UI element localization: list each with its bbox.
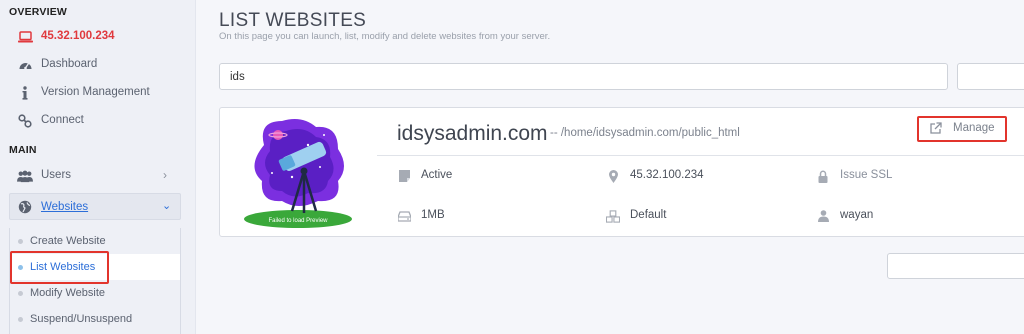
main-heading: MAIN (9, 144, 37, 156)
issue-ssl-link[interactable]: Issue SSL (816, 169, 936, 183)
chevron-right-icon: › (163, 168, 167, 182)
website-path: -- /home/idsysadmin.com/public_html (550, 127, 740, 139)
website-preview-image: Failed to load Preview (242, 115, 354, 231)
package-info: Default (606, 209, 746, 223)
sidebar-item-label: Users (41, 169, 72, 181)
sidebar-item-connect[interactable]: Connect (0, 108, 196, 134)
bullet-icon (18, 291, 23, 296)
website-domain[interactable]: idsysadmin.com (397, 122, 548, 146)
lock-icon (816, 169, 830, 183)
divider (377, 155, 1024, 156)
sidebar-item-label: Version Management (41, 86, 150, 98)
list-websites-highlight (10, 251, 109, 284)
records-select[interactable] (957, 63, 1024, 90)
link-icon (17, 114, 33, 128)
sidebar-item-label: Websites (41, 201, 89, 213)
bullet-icon (18, 239, 23, 244)
sidebar: OVERVIEW 45.32.100.234 Dashboard Version… (0, 0, 196, 334)
sidebar-item-label: Connect (41, 114, 84, 126)
globe-icon (18, 200, 32, 214)
app-root: OVERVIEW 45.32.100.234 Dashboard Version… (0, 0, 1024, 334)
sidebar-item-server-ip[interactable]: 45.32.100.234 (0, 24, 196, 50)
submenu-item-label: Suspend/Unsuspend (30, 313, 133, 325)
info-icon (17, 86, 33, 100)
sidebar-item-label: Dashboard (41, 58, 98, 70)
page-subtitle: On this page you can launch, list, modif… (219, 31, 551, 42)
hard-drive-icon (397, 209, 411, 223)
document-icon (397, 169, 411, 183)
ip-info: 45.32.100.234 (606, 169, 746, 183)
status-value: Active (421, 169, 453, 181)
search-input[interactable] (219, 63, 948, 90)
map-marker-icon (606, 169, 620, 183)
sidebar-item-websites[interactable]: Websites ⌄ (9, 193, 181, 220)
submenu-item-suspend-unsuspend[interactable]: Suspend/Unsuspend (10, 306, 180, 332)
status-info: Active (397, 169, 557, 183)
sidebar-item-dashboard[interactable]: Dashboard (0, 52, 196, 78)
submenu-item-label: Modify Website (30, 287, 105, 299)
cubes-icon (606, 209, 620, 223)
manage-highlight (917, 116, 1007, 142)
package-value: Default (630, 209, 667, 221)
page-number-input[interactable] (887, 253, 1024, 279)
disk-value: 1MB (421, 209, 445, 221)
user-icon (816, 209, 830, 223)
preview-caption: Failed to load Preview (268, 218, 328, 224)
website-card: Failed to load Preview idsysadmin.com --… (219, 107, 1024, 237)
page-title: LIST WEBSITES (219, 10, 367, 31)
users-icon (17, 169, 33, 183)
overview-heading: OVERVIEW (9, 6, 68, 18)
server-ip-label: 45.32.100.234 (41, 30, 115, 42)
ip-value: 45.32.100.234 (630, 169, 704, 181)
bullet-icon (18, 317, 23, 322)
sidebar-item-version-management[interactable]: Version Management (0, 80, 196, 106)
owner-info: wayan (816, 209, 936, 223)
issue-ssl-label: Issue SSL (840, 169, 893, 181)
owner-value: wayan (840, 209, 874, 221)
chevron-down-icon: ⌄ (162, 200, 172, 212)
sidebar-item-users[interactable]: Users › (0, 163, 196, 189)
disk-info: 1MB (397, 209, 557, 223)
submenu-item-label: Create Website (30, 235, 106, 247)
laptop-icon (17, 30, 33, 44)
dashboard-icon (17, 58, 33, 72)
